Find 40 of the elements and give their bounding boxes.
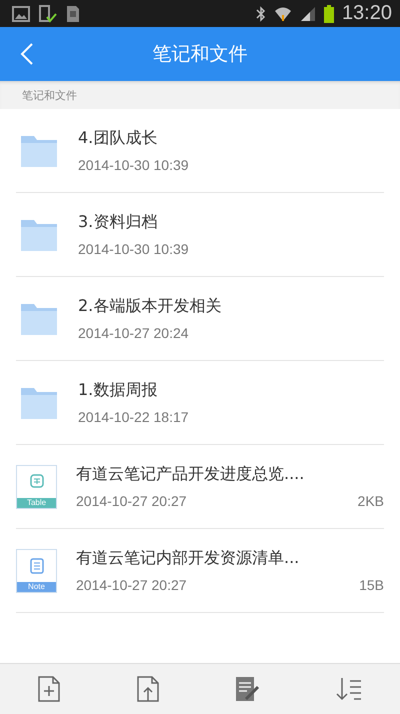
item-title: 4.团队成长 <box>78 128 158 149</box>
item-date: 2014-10-22 18:17 <box>78 409 189 425</box>
item-title: 2.各端版本开发相关 <box>78 296 222 317</box>
edit-note-icon[interactable] <box>234 675 260 703</box>
upload-file-icon[interactable] <box>136 675 160 703</box>
item-date: 2014-10-27 20:24 <box>78 325 189 341</box>
list-item[interactable]: Note 有道云笔记内部开发资源清单... 2014-10-27 20:27 15B <box>16 529 384 613</box>
item-date: 2014-10-27 20:27 <box>76 577 187 593</box>
folder-icon <box>20 134 58 168</box>
sort-icon[interactable] <box>334 676 363 702</box>
bluetooth-icon <box>256 6 266 22</box>
item-title: 3.资料归档 <box>78 212 158 233</box>
list-item[interactable]: Table 有道云笔记产品开发进度总览.... 2014-10-27 20:27 2KB <box>16 445 384 529</box>
item-date: 2014-10-27 20:27 <box>76 493 187 509</box>
folder-icon <box>20 302 58 336</box>
phone-check-icon <box>38 4 58 22</box>
file-size: 2KB <box>358 493 384 509</box>
file-size: 15B <box>359 577 384 593</box>
sd-card-icon <box>66 4 80 22</box>
document-icon: Table <box>16 464 57 508</box>
header-title: 笔记和文件 <box>152 42 248 67</box>
back-icon[interactable] <box>20 42 34 66</box>
wifi-icon <box>274 6 292 22</box>
item-date: 2014-10-30 10:39 <box>78 241 189 257</box>
new-file-icon[interactable] <box>37 675 62 703</box>
document-icon: Note <box>16 548 57 592</box>
folder-icon <box>20 386 58 420</box>
signal-icon <box>300 6 316 22</box>
list-item[interactable]: 4.团队成长 2014-10-30 10:39 <box>16 109 384 193</box>
list-item[interactable]: 3.资料归档 2014-10-30 10:39 <box>16 193 384 277</box>
list-item[interactable]: 1.数据周报 2014-10-22 18:17 <box>16 361 384 445</box>
clock-time: 13:20 <box>342 2 392 25</box>
item-title: 有道云笔记产品开发进度总览.... <box>76 464 306 485</box>
list-item[interactable]: 2.各端版本开发相关 2014-10-27 20:24 <box>16 277 384 361</box>
item-date: 2014-10-30 10:39 <box>78 157 189 173</box>
folder-icon <box>20 218 58 252</box>
item-title: 1.数据周报 <box>78 380 158 401</box>
item-title: 有道云笔记内部开发资源清单... <box>76 548 300 569</box>
image-icon <box>12 6 30 22</box>
battery-icon <box>324 4 334 22</box>
